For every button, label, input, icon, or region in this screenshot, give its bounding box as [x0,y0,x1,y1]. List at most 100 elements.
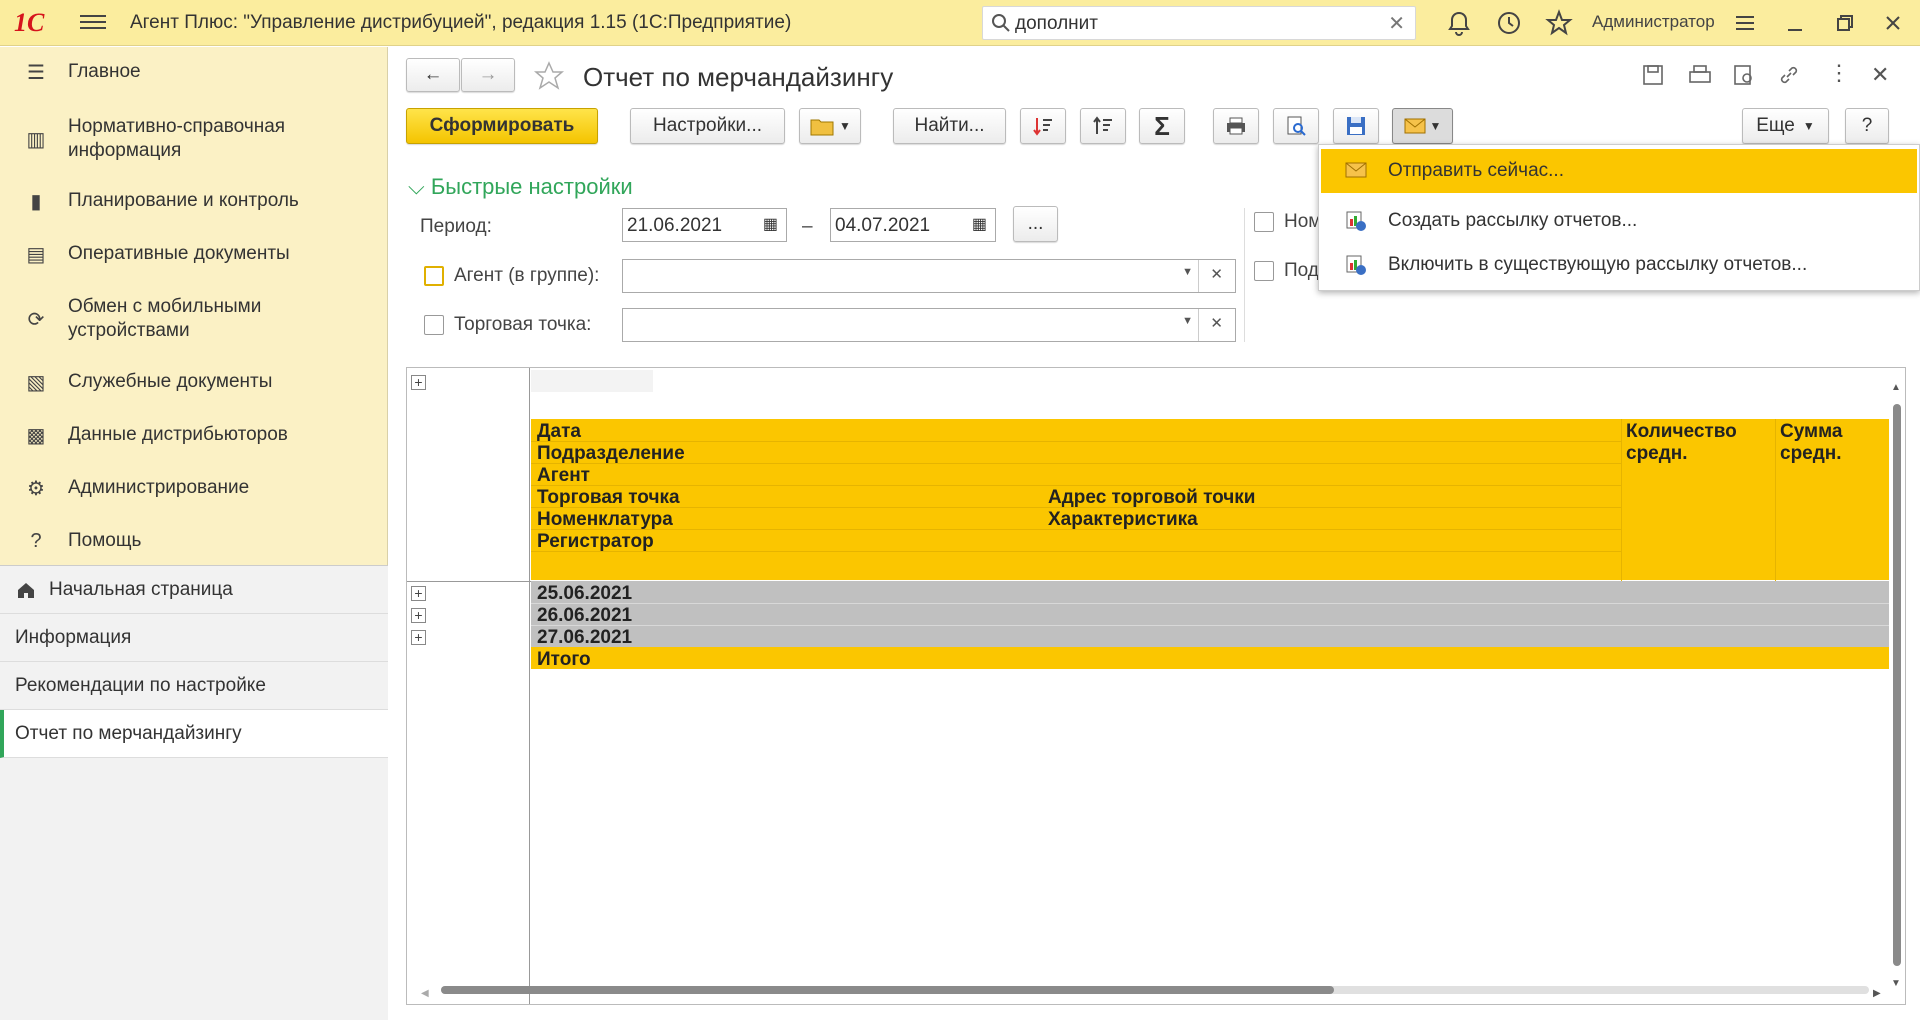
title-bar: 1С Агент Плюс: "Управление дистрибуцией"… [0,0,1920,46]
sigma-icon: Σ [1154,110,1170,141]
open-window-info[interactable]: Информация [0,614,388,662]
sidebar-item-help[interactable]: ? Помощь [0,529,388,553]
menu-item-add-to-mailing[interactable]: Включить в существующую рассылку отчетов… [1321,243,1917,287]
minimize-icon[interactable] [1780,8,1810,38]
scroll-right-icon[interactable]: ▶ [1873,988,1881,999]
date-from-field[interactable]: 21.06.2021 ▦ [622,208,787,242]
documents-icon: ▤ [26,243,46,266]
dropdown-arrow-icon[interactable]: ▼ [1182,266,1193,278]
close-form-icon[interactable]: ✕ [1871,62,1889,88]
settings-button[interactable]: Настройки... [630,108,785,144]
report-spreadsheet[interactable]: + Дата Подразделение Агент Торговая точк… [406,367,1906,1005]
quick-settings-toggle[interactable]: ⌵ Быстрые настройки [408,174,633,200]
agent-field[interactable]: ▼ ✕ [622,259,1236,293]
variants-button[interactable]: ▼ [799,108,861,144]
sort-asc-button[interactable] [1080,108,1126,144]
sidebar-item-mobile-exchange[interactable]: ⟳ Обмен с мобильными устройствами [0,295,388,343]
distributor-icon: ▩ [26,424,46,447]
sort-desc-button[interactable] [1020,108,1066,144]
send-email-button[interactable]: ▼ [1392,108,1453,144]
agent-label: Агент (в группе): [454,265,600,286]
sidebar-item-operational-docs[interactable]: ▤ Оперативные документы [0,242,388,266]
dropdown-arrow-icon[interactable]: ▼ [1182,315,1193,327]
period-select-button[interactable]: ... [1013,206,1058,242]
back-button[interactable]: ← [406,58,460,92]
open-window-merch-report[interactable]: Отчет по мерчандайзингу [0,710,388,758]
table-row-date[interactable]: 25.06.2021 [537,583,632,605]
outlet-checkbox[interactable] [424,315,444,335]
horizontal-scrollbar[interactable] [441,986,1334,994]
header-agent: Агент [537,465,590,486]
send-dropdown-menu: Отправить сейчас... Создать рассылку отч… [1318,144,1920,291]
sidebar-item-service-docs[interactable]: ▧ Служебные документы [0,370,388,394]
print-button[interactable] [1213,108,1259,144]
sidebar-item-label: Планирование и контроль [68,190,299,211]
settings-menu-icon[interactable] [1730,8,1760,38]
outlet-field[interactable]: ▼ ✕ [622,308,1236,342]
restore-icon[interactable] [1830,8,1860,38]
sidebar-item-label: Данные дистрибьюторов [68,424,288,445]
open-window-label: Информация [15,626,132,648]
main-menu-icon[interactable] [80,11,106,33]
sidebar-item-reference[interactable]: ▥ Нормативно-справочная информация [0,115,388,163]
clear-search-icon[interactable]: ✕ [1388,11,1405,36]
open-window-home[interactable]: Начальная страница [0,566,388,614]
expand-row-icon[interactable]: + [411,630,426,645]
sidebar-item-distributor-data[interactable]: ▩ Данные дистрибьюторов [0,423,388,447]
more-actions-icon[interactable]: ⋮ [1828,60,1850,86]
scroll-up-icon[interactable]: ▲ [1891,382,1901,393]
more-button[interactable]: Еще ▼ [1742,108,1829,144]
link-icon[interactable] [1777,63,1801,87]
generate-button[interactable]: Сформировать [406,108,598,144]
user-name[interactable]: Администратор [1592,12,1715,32]
magnifier-page-icon [1287,116,1306,136]
scroll-left-icon[interactable]: ◀ [421,988,429,999]
forward-button[interactable]: → [461,58,515,92]
open-window-recommendations[interactable]: Рекомендации по настройке [0,662,388,710]
expand-row-icon[interactable]: + [411,608,426,623]
save-button[interactable] [1333,108,1379,144]
find-button[interactable]: Найти... [893,108,1006,144]
clear-icon[interactable]: ✕ [1210,265,1223,283]
calendar-icon[interactable]: ▦ [763,214,778,234]
menu-item-send-now[interactable]: Отправить сейчас... [1321,149,1917,193]
favorite-star-icon[interactable] [533,60,565,92]
agent-checkbox[interactable] [424,266,444,286]
save-icon[interactable] [1641,63,1665,87]
sidebar-item-main[interactable]: ☰ Главное [0,60,388,84]
sidebar-item-administration[interactable]: ⚙ Администрирование [0,476,388,500]
expand-all-icon[interactable]: + [411,375,426,390]
vertical-scrollbar[interactable] [1893,404,1901,966]
expand-row-icon[interactable]: + [411,586,426,601]
sidebar-item-label: Нормативно-справочная информация [68,116,286,161]
search-icon [992,14,1010,32]
division-label-partial: Под [1284,260,1319,281]
table-row-date[interactable]: 26.06.2021 [537,605,632,627]
help-button[interactable]: ? [1845,108,1889,144]
search-input[interactable]: дополнит ✕ [982,6,1416,40]
nomenclature-checkbox[interactable] [1254,212,1274,232]
date-to-field[interactable]: 04.07.2021 ▦ [830,208,996,242]
table-row-date[interactable]: 27.06.2021 [537,627,632,649]
sidebar-item-label: Обмен с мобильными устройствами [68,296,262,341]
scroll-down-icon[interactable]: ▼ [1891,978,1901,989]
sidebar-item-planning[interactable]: ▮ Планирование и контроль [0,189,388,213]
open-window-label: Отчет по мерчандайзингу [15,722,242,744]
more-button-label: Еще [1756,115,1795,136]
header-sum-avg: Сумма средн. [1780,421,1843,464]
sidebar-item-label: Помощь [68,530,142,551]
preview-icon[interactable] [1732,63,1756,87]
print-icon[interactable] [1687,63,1713,87]
calendar-icon[interactable]: ▦ [972,214,987,234]
menu-item-create-mailing[interactable]: Создать рассылку отчетов... [1321,199,1917,243]
bell-icon[interactable] [1444,8,1474,38]
header-nomenclature: Номенклатура [537,509,673,530]
favorites-star-icon[interactable] [1544,8,1574,38]
preview-button[interactable] [1273,108,1319,144]
close-window-icon[interactable] [1878,8,1908,38]
clear-icon[interactable]: ✕ [1210,314,1223,332]
sum-button[interactable]: Σ [1139,108,1185,144]
history-icon[interactable] [1494,8,1524,38]
app-logo: 1С [14,8,45,37]
division-checkbox[interactable] [1254,261,1274,281]
